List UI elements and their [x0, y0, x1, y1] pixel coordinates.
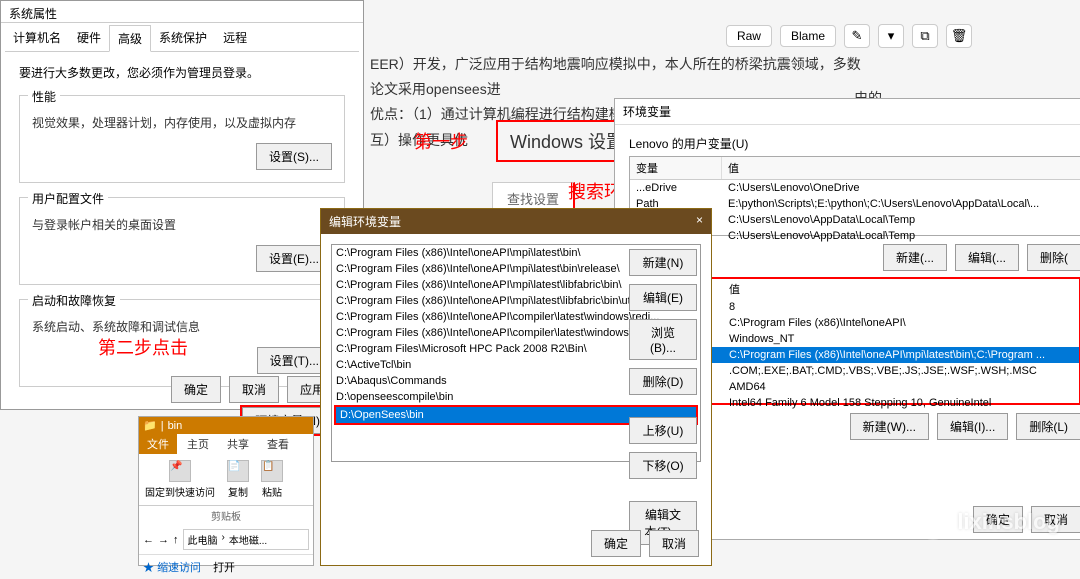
copy-icon[interactable]: ⧉ — [912, 24, 938, 48]
copy-icon: 📄 — [227, 460, 249, 482]
file-explorer: 📁 | bin 文件 主页 共享 查看 📌 固定到快速访问 📄 复制 📋 粘贴 … — [138, 416, 314, 566]
ok-button[interactable]: 确定 — [171, 376, 221, 403]
tab-share[interactable]: 共享 — [219, 434, 257, 454]
performance-fieldset: 性能 视觉效果，处理器计划，内存使用，以及虚拟内存 设置(S)... — [19, 95, 345, 183]
breadcrumb[interactable]: 此电脑› 本地磁... — [183, 529, 310, 550]
pin-icon: 📌 — [169, 460, 191, 482]
profile-fieldset: 用户配置文件 与登录帐户相关的桌面设置 设置(E)... — [19, 197, 345, 285]
tab-view[interactable]: 查看 — [259, 434, 297, 454]
tab-home[interactable]: 主页 — [179, 434, 217, 454]
tab-advanced[interactable]: 高级 — [109, 25, 151, 52]
tab-remote[interactable]: 远程 — [215, 25, 255, 51]
open-label: 打开 — [213, 559, 235, 575]
copy-tool[interactable]: 📄 复制 — [227, 460, 249, 499]
raw-button[interactable]: Raw — [726, 25, 772, 47]
env-dialog-title: 环境变量 — [623, 103, 671, 120]
caret-icon[interactable]: ▾ — [878, 24, 904, 48]
user-del-button[interactable]: 删除( — [1027, 244, 1080, 271]
folder-icon: 📁 — [143, 419, 157, 432]
dialog-title: 系统属性 — [1, 1, 363, 23]
close-icon[interactable]: × — [696, 213, 703, 230]
clipboard-section: 剪贴板 — [139, 506, 313, 525]
paste-icon: 📋 — [261, 460, 283, 482]
edit-button[interactable]: 编辑(E) — [629, 284, 697, 311]
user-edit-button[interactable]: 编辑(... — [955, 244, 1019, 271]
user-vars-label: Lenovo 的用户变量(U) — [629, 135, 1080, 152]
tab-file[interactable]: 文件 — [139, 434, 177, 454]
tab-hardware[interactable]: 硬件 — [69, 25, 109, 51]
sys-new-button[interactable]: 新建(W)... — [850, 413, 929, 440]
tab-protection[interactable]: 系统保护 — [151, 25, 215, 51]
moveup-button[interactable]: 上移(U) — [629, 417, 697, 444]
pin-tool[interactable]: 📌 固定到快速访问 — [145, 460, 215, 499]
browse-button[interactable]: 浏览(B)... — [629, 319, 697, 360]
perf-settings-button[interactable]: 设置(S)... — [256, 143, 332, 170]
explorer-title: bin — [168, 420, 183, 432]
tabs: 计算机名 硬件 高级 系统保护 远程 — [5, 25, 359, 52]
github-toolbar: Raw Blame ✎ ▾ ⧉ 🗑 — [726, 24, 972, 48]
annotation-step2: 第二步点击 — [98, 334, 188, 360]
cancel-button[interactable]: 取消 — [229, 376, 279, 403]
up-icon[interactable]: ↑ — [173, 534, 179, 546]
edit-env-title: 编辑环境变量 — [329, 213, 401, 230]
edit-env-dialog: 编辑环境变量 × C:\Program Files (x86)\Intel\on… — [320, 208, 712, 566]
movedown-button[interactable]: 下移(O) — [629, 452, 697, 479]
blame-button[interactable]: Blame — [780, 25, 836, 47]
ok-button[interactable]: 确定 — [591, 530, 641, 557]
cancel-button[interactable]: 取消 — [649, 530, 699, 557]
trash-icon[interactable]: 🗑 — [946, 24, 972, 48]
forward-icon[interactable]: → — [158, 534, 169, 546]
paste-tool[interactable]: 📋 粘贴 — [261, 460, 283, 499]
quick-access[interactable]: ★ 缩速访问 — [143, 559, 201, 575]
wechat-watermark: lixinsblog — [915, 504, 1060, 540]
back-icon[interactable]: ← — [143, 534, 154, 546]
user-new-button[interactable]: 新建(... — [883, 244, 947, 271]
wechat-icon — [915, 504, 951, 540]
pencil-icon[interactable]: ✎ — [844, 24, 870, 48]
sys-del-button[interactable]: 删除(L) — [1016, 413, 1080, 440]
annotation-step1: 第一步 — [414, 128, 468, 154]
sys-edit-button[interactable]: 编辑(I)... — [937, 413, 1008, 440]
tab-computer-name[interactable]: 计算机名 — [5, 25, 69, 51]
new-button[interactable]: 新建(N) — [629, 249, 697, 276]
admin-note: 要进行大多数更改，您必须作为管理员登录。 — [19, 64, 345, 81]
delete-button[interactable]: 删除(D) — [629, 368, 697, 395]
